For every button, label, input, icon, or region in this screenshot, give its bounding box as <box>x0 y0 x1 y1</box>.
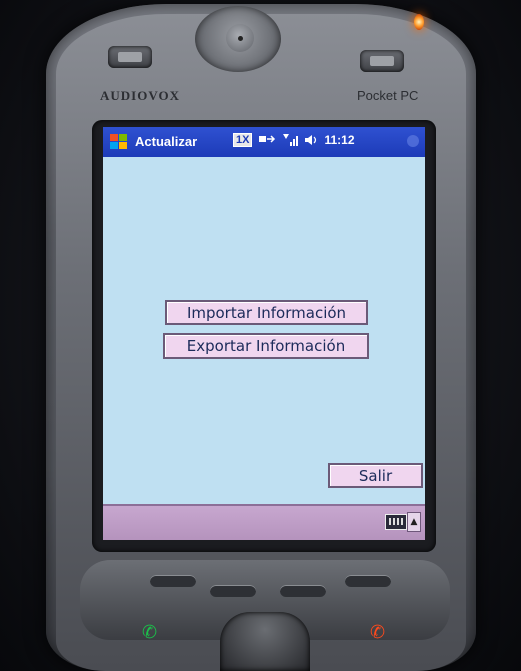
export-information-button[interactable]: Exportar Información <box>163 333 369 359</box>
exit-button[interactable]: Salir <box>328 463 423 488</box>
connectivity-icon[interactable] <box>258 133 276 147</box>
right-softkey-hardware-button[interactable] <box>360 50 404 72</box>
contacts-hardware-button[interactable] <box>345 575 391 587</box>
arrow-up-icon[interactable]: ▲ <box>407 512 421 532</box>
windows-flag-icon[interactable] <box>109 132 129 152</box>
phone-end-icon[interactable]: ✆ <box>370 622 385 643</box>
screen: Actualizar 1X 11:12 Importar Información… <box>103 127 425 540</box>
close-icon[interactable] <box>407 135 419 147</box>
phone-call-icon[interactable]: ✆ <box>142 622 157 643</box>
directional-pad[interactable] <box>220 612 310 671</box>
messaging-hardware-button[interactable] <box>210 585 256 597</box>
speaker-icon[interactable] <box>304 133 318 147</box>
notification-led <box>414 14 424 30</box>
import-information-button[interactable]: Importar Información <box>165 300 368 325</box>
left-softkey-hardware-button[interactable] <box>108 46 152 68</box>
navigation-center-dot <box>238 36 243 41</box>
window-title: Actualizar <box>135 134 198 149</box>
brand-label: AUDIOVOX <box>100 88 180 103</box>
network-badge[interactable]: 1X <box>233 133 253 147</box>
internet-hardware-button[interactable] <box>280 585 326 597</box>
clock[interactable]: 11:12 <box>324 133 354 147</box>
calendar-hardware-button[interactable] <box>150 575 196 587</box>
menu-bar: ▲ <box>103 504 425 540</box>
signal-strength-icon[interactable] <box>282 133 299 147</box>
title-bar: Actualizar 1X 11:12 <box>103 127 425 157</box>
model-label: Pocket PC <box>357 88 419 103</box>
status-area: 1X 11:12 <box>233 133 355 147</box>
keyboard-icon[interactable] <box>385 514 407 530</box>
